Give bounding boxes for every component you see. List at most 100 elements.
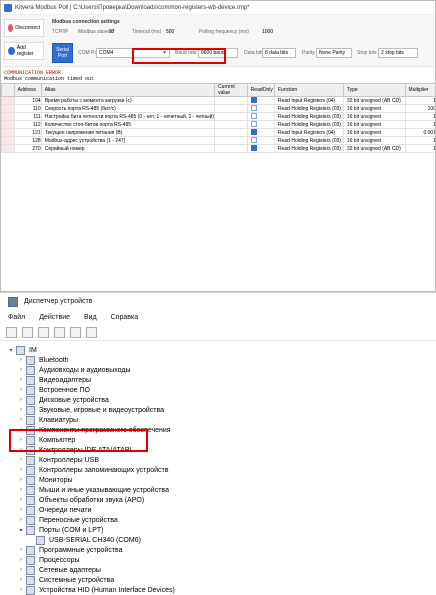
menu-file[interactable]: Файл: [8, 314, 25, 321]
row-selector[interactable]: [2, 137, 15, 145]
grid-icon[interactable]: [38, 327, 49, 338]
cell-readonly[interactable]: [247, 97, 274, 105]
expand-icon[interactable]: ›: [16, 387, 26, 393]
tree-item[interactable]: ›Мониторы: [0, 475, 436, 485]
collapse-icon[interactable]: ▾: [6, 347, 16, 354]
tree-item[interactable]: ›Аудиовходы и аудиовыходы: [0, 365, 436, 375]
row-selector[interactable]: [2, 113, 15, 121]
row-selector[interactable]: [2, 97, 15, 105]
table-row[interactable]: 128 Modbus-адрес устройства (1 - 247) Re…: [2, 137, 436, 145]
properties-icon[interactable]: [54, 327, 65, 338]
expand-icon[interactable]: ›: [16, 397, 26, 403]
parity-select[interactable]: None Parity: [316, 48, 352, 58]
tree-item[interactable]: ›Переносные устройства: [0, 515, 436, 525]
row-selector[interactable]: [2, 121, 15, 129]
col-type[interactable]: Type: [343, 84, 405, 97]
back-icon[interactable]: [6, 327, 17, 338]
cell-function[interactable]: Read Holding Registers (03): [274, 105, 343, 113]
expand-icon[interactable]: ›: [16, 417, 26, 423]
cell-type[interactable]: 16 bit unsigned: [343, 121, 405, 129]
table-row[interactable]: 110 Скорость порта RS-485 (бит/с) Read H…: [2, 105, 436, 113]
row-selector[interactable]: [2, 145, 15, 153]
tree-item[interactable]: ›Программные устройства: [0, 545, 436, 555]
timeout-value[interactable]: 500: [166, 29, 174, 35]
checkbox-icon[interactable]: [251, 97, 257, 103]
expand-icon[interactable]: ›: [16, 507, 26, 513]
tree-item[interactable]: ›Видеоадаптеры: [0, 375, 436, 385]
table-row[interactable]: 111 Настройка бита четности порта RS-485…: [2, 113, 436, 121]
cell-readonly[interactable]: [247, 113, 274, 121]
polling-value[interactable]: 1000: [262, 29, 273, 35]
expand-icon[interactable]: ›: [16, 467, 26, 473]
col-readonly[interactable]: ReadOnly: [247, 84, 274, 97]
cell-readonly[interactable]: [247, 145, 274, 153]
cell-type[interactable]: 32 bit unsigned (AB CD): [343, 97, 405, 105]
monitor-icon[interactable]: [86, 327, 97, 338]
cell-function[interactable]: Read Holding Registers (03): [274, 113, 343, 121]
row-selector[interactable]: [2, 129, 15, 137]
cell-function[interactable]: Read Input Registers (04): [274, 97, 343, 105]
help-icon[interactable]: [70, 327, 81, 338]
expand-icon[interactable]: ›: [16, 557, 26, 563]
expand-icon[interactable]: ›: [16, 407, 26, 413]
databits-select[interactable]: 8 data bits: [262, 48, 296, 58]
stopbits-select[interactable]: 2 stop bits: [378, 48, 418, 58]
checkbox-icon[interactable]: [251, 129, 257, 135]
cell-type[interactable]: 16 bit unsigned: [343, 129, 405, 137]
tree-item[interactable]: ›Очереди печати: [0, 505, 436, 515]
tree-item[interactable]: ›Дисковые устройства: [0, 395, 436, 405]
tree-item[interactable]: ›Звуковые, игровые и видеоустройства: [0, 405, 436, 415]
col-alias[interactable]: Alias: [41, 84, 214, 97]
cell-function[interactable]: Read Holding Registers (03): [274, 137, 343, 145]
table-row[interactable]: 270 Серийный номер Read Holding Register…: [2, 145, 436, 153]
cell-type[interactable]: 16 bit unsigned: [343, 137, 405, 145]
table-row[interactable]: 112 Количество стоп-битов порта RS-485 R…: [2, 121, 436, 129]
menu-help[interactable]: Справка: [111, 314, 138, 321]
cell-type[interactable]: 16 bit unsigned: [343, 105, 405, 113]
tree-item-usb-serial[interactable]: USB-SERIAL CH340 (COM6): [0, 535, 436, 545]
cell-function[interactable]: Read Holding Registers (03): [274, 121, 343, 129]
expand-icon[interactable]: ›: [16, 357, 26, 363]
expand-icon[interactable]: ›: [16, 457, 26, 463]
tree-item-ports[interactable]: ▾ Порты (COM и LPT): [0, 525, 436, 535]
cell-readonly[interactable]: [247, 121, 274, 129]
expand-icon[interactable]: ›: [16, 497, 26, 503]
tree-item[interactable]: ›Клавиатуры: [0, 415, 436, 425]
tree-item[interactable]: ›Встроенное ПО: [0, 385, 436, 395]
checkbox-icon[interactable]: [251, 113, 257, 119]
col-current-value[interactable]: Current value: [215, 84, 248, 97]
tree-root[interactable]: ▾ IM: [0, 345, 436, 355]
expand-icon[interactable]: ›: [16, 487, 26, 493]
col-multiplier[interactable]: Multiplier: [405, 84, 436, 97]
forward-icon[interactable]: [22, 327, 33, 338]
collapse-icon[interactable]: ▾: [16, 527, 26, 534]
checkbox-icon[interactable]: [251, 145, 257, 151]
cell-type[interactable]: 16 bit unsigned: [343, 113, 405, 121]
col-function[interactable]: Function: [274, 84, 343, 97]
tree-item[interactable]: ›Объекты обработки звука (APO): [0, 495, 436, 505]
serial-port-button[interactable]: Serial Port: [52, 43, 73, 63]
cell-readonly[interactable]: [247, 129, 274, 137]
expand-icon[interactable]: ›: [16, 547, 26, 553]
table-row[interactable]: 104 Время работы с момента загрузки (с) …: [2, 97, 436, 105]
expand-icon[interactable]: ›: [16, 517, 26, 523]
checkbox-icon[interactable]: [251, 137, 257, 143]
menu-action[interactable]: Действие: [39, 314, 70, 321]
checkbox-icon[interactable]: [251, 121, 257, 127]
cell-readonly[interactable]: [247, 105, 274, 113]
tcpip-tab[interactable]: TCP/IP: [52, 29, 68, 35]
cell-type[interactable]: 32 bit unsigned (AB CD): [343, 145, 405, 153]
cell-readonly[interactable]: [247, 137, 274, 145]
expand-icon[interactable]: ›: [16, 377, 26, 383]
add-register-button[interactable]: Add register: [4, 42, 44, 60]
row-selector[interactable]: [2, 105, 15, 113]
checkbox-icon[interactable]: [251, 105, 257, 111]
tree-item[interactable]: ›Процессоры: [0, 555, 436, 565]
tree-item[interactable]: ›Контроллеры запоминающих устройств: [0, 465, 436, 475]
disconnect-button[interactable]: Disconnect: [4, 19, 44, 37]
menu-view[interactable]: Вид: [84, 314, 97, 321]
table-row[interactable]: 121 Текущее напряжение питания (В) Read …: [2, 129, 436, 137]
tree-item[interactable]: ›Сетевые адаптеры: [0, 565, 436, 575]
expand-icon[interactable]: ›: [16, 477, 26, 483]
expand-icon[interactable]: ›: [16, 567, 26, 573]
